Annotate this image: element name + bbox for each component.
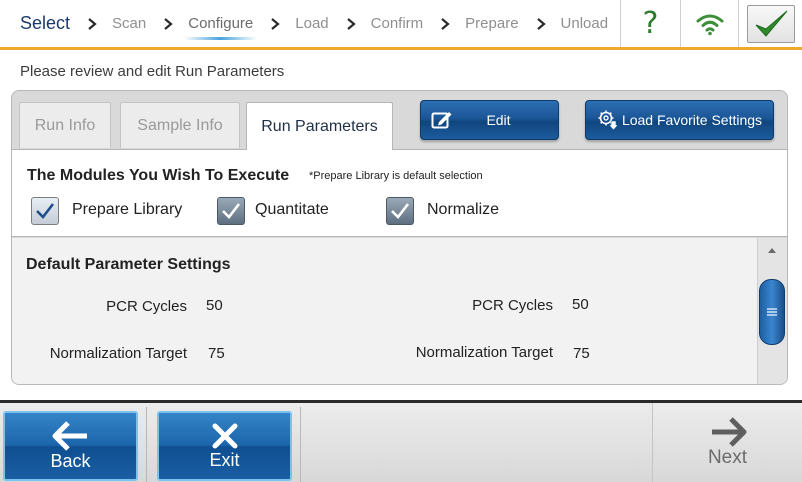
exit-button[interactable]: Exit: [157, 411, 292, 481]
breadcrumb-step-load[interactable]: Load: [295, 15, 328, 32]
chevron-right-icon: [271, 17, 280, 30]
next-button[interactable]: Next: [652, 403, 802, 482]
pcr-cycles-value: 50: [572, 296, 589, 313]
prepare-library-checkbox[interactable]: [31, 197, 59, 225]
chevron-right-icon: [346, 17, 356, 30]
pcr-cycles-label: PCR Cycles: [106, 298, 187, 315]
scroll-up-icon[interactable]: [767, 247, 777, 254]
normalization-target-value: 75: [208, 345, 225, 362]
parameter-settings: Default Parameter Settings PCR Cycles 50…: [12, 238, 757, 384]
modules-section: The Modules You Wish To Execute *Prepare…: [12, 149, 787, 237]
breadcrumb-step-select[interactable]: Select: [20, 13, 70, 34]
breadcrumb: Select Scan Configure Load Confirm Prepa…: [0, 0, 608, 47]
checkmark-icon: [222, 203, 241, 219]
back-button[interactable]: Back: [3, 411, 138, 481]
tab-run-info[interactable]: Run Info: [19, 102, 111, 148]
scrollbar[interactable]: [757, 238, 787, 384]
divider: [300, 407, 301, 482]
status-check[interactable]: [738, 0, 802, 47]
back-button-label: Back: [50, 450, 91, 471]
tab-sample-info[interactable]: Sample Info: [120, 102, 240, 148]
bottom-navigation: Back Exit Next: [0, 400, 802, 482]
normalize-checkbox[interactable]: [386, 197, 414, 225]
checkmark-icon: [36, 203, 55, 219]
next-button-label: Next: [707, 446, 748, 468]
gear-download-icon: [598, 110, 619, 131]
wifi-icon: [696, 14, 723, 35]
breadcrumb-step-confirm[interactable]: Confirm: [371, 15, 424, 32]
status-area: ?: [620, 0, 802, 47]
checkmark-icon: [755, 10, 787, 37]
help-icon: ?: [642, 6, 659, 41]
normalization-target-label: Normalization Target: [415, 344, 553, 361]
breadcrumb-step-unload[interactable]: Unload: [561, 15, 609, 32]
divider: [146, 407, 147, 482]
pcr-cycles-label: PCR Cycles: [472, 297, 553, 314]
top-bar: Select Scan Configure Load Confirm Prepa…: [0, 0, 802, 50]
quantitate-checkbox[interactable]: [217, 197, 245, 225]
page-subtitle: Please review and edit Run Parameters: [20, 63, 285, 80]
parameter-settings-title: Default Parameter Settings: [26, 256, 231, 273]
edit-button-label: Edit: [486, 112, 511, 128]
close-icon: [212, 423, 237, 448]
arrow-right-icon: [711, 416, 746, 447]
quantitate-label: Quantitate: [255, 201, 329, 218]
scrollbar-thumb[interactable]: [759, 279, 785, 345]
chevron-right-icon: [164, 17, 173, 30]
load-favorite-settings-label: Load Favorite Settings: [621, 112, 763, 128]
checkmark-icon: [391, 203, 410, 219]
chevron-right-icon: [536, 17, 546, 30]
normalization-target-label: Normalization Target: [49, 345, 187, 362]
help-button[interactable]: ?: [620, 0, 680, 47]
grip-icon: [767, 308, 777, 316]
edit-button[interactable]: Edit: [420, 100, 559, 140]
normalize-label: Normalize: [427, 201, 500, 218]
prepare-library-label: Prepare Library: [72, 201, 183, 218]
arrow-left-icon: [52, 420, 87, 451]
exit-button-label: Exit: [209, 449, 240, 470]
pcr-cycles-value: 50: [206, 297, 223, 314]
chevron-right-icon: [441, 17, 450, 30]
run-parameters-panel: Run Info Sample Info Run Parameters Edit…: [11, 90, 788, 385]
checkmark-button[interactable]: [746, 4, 795, 43]
tab-run-parameters[interactable]: Run Parameters: [246, 102, 393, 150]
breadcrumb-step-prepare[interactable]: Prepare: [465, 15, 518, 32]
edit-icon: [431, 112, 452, 129]
modules-note: *Prepare Library is default selection: [309, 170, 483, 182]
load-favorite-settings-button[interactable]: Load Favorite Settings: [585, 100, 774, 140]
chevron-right-icon: [88, 17, 97, 30]
modules-title: The Modules You Wish To Execute: [27, 167, 290, 184]
wifi-status: [680, 0, 738, 47]
breadcrumb-step-scan[interactable]: Scan: [112, 15, 146, 32]
breadcrumb-step-configure[interactable]: Configure: [184, 15, 258, 40]
normalization-target-value: 75: [573, 345, 590, 362]
